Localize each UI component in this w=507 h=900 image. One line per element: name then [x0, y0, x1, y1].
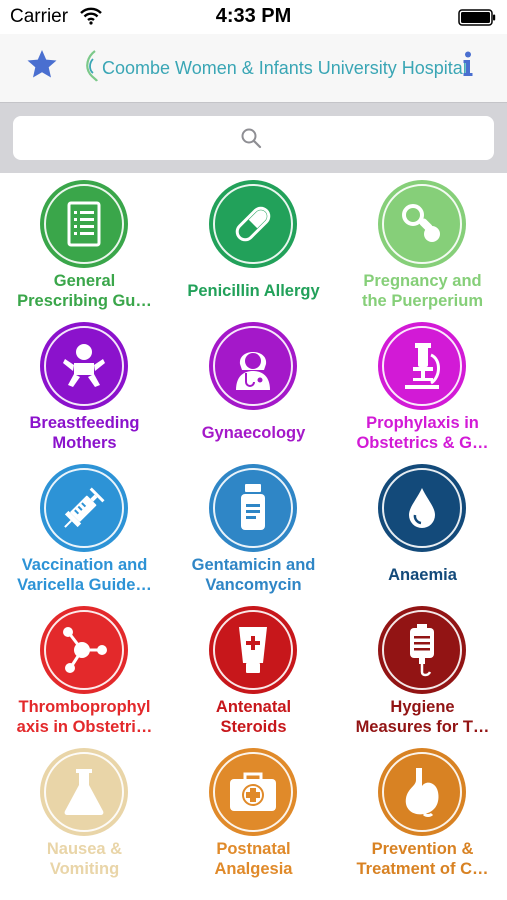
- tile-label: Nausea & Vomiting: [46, 840, 123, 878]
- tile-label: Postnatal Analgesia: [214, 840, 293, 878]
- tile-label: Pregnancy and the Puerperium: [361, 272, 484, 310]
- tile-anaemia[interactable]: Anaemia: [338, 457, 507, 599]
- tile-circle: [209, 180, 297, 268]
- tile-label: Penicillin Allergy: [187, 282, 320, 300]
- first-aid-kit-icon: [230, 772, 276, 811]
- tile-circle: [209, 606, 297, 694]
- tile-circle: [40, 322, 128, 410]
- tile-circle: [378, 606, 466, 694]
- tile-circle: [40, 464, 128, 552]
- tile-label: Prevention & Treatment of C…: [356, 840, 489, 878]
- tile-vaccination-varicella[interactable]: Vaccination and Varicella Guide…: [0, 457, 169, 599]
- tile-antenatal-steroids[interactable]: Antenatal Steroids: [169, 599, 338, 741]
- cream-tube-icon: [239, 627, 267, 673]
- tile-circle: [378, 180, 466, 268]
- tile-label: Anaemia: [388, 566, 457, 584]
- info-icon[interactable]: [462, 51, 474, 82]
- microscope-icon: [405, 343, 440, 389]
- tile-circle: [378, 464, 466, 552]
- medicine-bottle-icon: [241, 484, 265, 530]
- tile-label: Breastfeeding Mothers: [29, 414, 140, 452]
- tile-circle: [40, 748, 128, 836]
- document-icon: [67, 201, 101, 247]
- tile-circle: [378, 322, 466, 410]
- iv-bag-icon: [410, 624, 434, 677]
- page-title: Coombe Women & Infants University Hospit…: [102, 57, 467, 78]
- category-grid: General Prescribing Gu… Penicillin Aller…: [0, 173, 507, 900]
- clock: 4:33 PM: [215, 5, 292, 27]
- tile-label: Thromboprophyl axis in Obstetri…: [16, 698, 153, 736]
- tile-circle: [40, 606, 128, 694]
- status-bar: Carrier 4:33 PM: [0, 0, 507, 34]
- tile-penicillin-allergy[interactable]: Penicillin Allergy: [169, 173, 338, 315]
- star-icon[interactable]: [26, 48, 58, 85]
- tile-prophylaxis-obstetrics[interactable]: Prophylaxis in Obstetrics & G…: [338, 315, 507, 457]
- syringe-icon: [64, 487, 105, 528]
- tile-label: Prophylaxis in Obstetrics & G…: [356, 414, 489, 452]
- search-bar: [0, 102, 507, 173]
- tile-circle: [209, 464, 297, 552]
- search-icon: [240, 127, 262, 154]
- tile-pregnancy-puerperium[interactable]: Pregnancy and the Puerperium: [338, 173, 507, 315]
- tile-breastfeeding-mothers[interactable]: Breastfeeding Mothers: [0, 315, 169, 457]
- tile-postnatal-analgesia[interactable]: Postnatal Analgesia: [169, 741, 338, 883]
- tile-label: General Prescribing Gu…: [17, 272, 152, 310]
- tile-label: Gynaecology: [201, 424, 306, 442]
- baby-icon: [63, 344, 105, 387]
- pill-icon: [235, 206, 271, 242]
- tile-circle: [209, 322, 297, 410]
- tile-gynaecology[interactable]: Gynaecology: [169, 315, 338, 457]
- tile-label: Gentamicin and Vancomycin: [191, 556, 316, 594]
- doctor-icon: [236, 352, 270, 390]
- tile-thromboprophylaxis[interactable]: Thromboprophyl axis in Obstetri…: [0, 599, 169, 741]
- logo-swirl-icon: [84, 49, 98, 88]
- stomach-icon: [405, 768, 439, 817]
- tile-circle: [40, 180, 128, 268]
- tile-circle: [378, 748, 466, 836]
- hospital-logo: Coombe Women & Infants University Hospit…: [84, 48, 467, 88]
- tile-general-prescribing[interactable]: General Prescribing Gu…: [0, 173, 169, 315]
- battery-icon: [458, 9, 496, 31]
- tile-label: Hygiene Measures for T…: [355, 698, 490, 736]
- nav-bar: Coombe Women & Infants University Hospit…: [0, 34, 507, 102]
- tile-label: Vaccination and Varicella Guide…: [17, 556, 152, 594]
- tile-gentamicin-vancomycin[interactable]: Gentamicin and Vancomycin: [169, 457, 338, 599]
- tile-nausea-vomiting[interactable]: Nausea & Vomiting: [0, 741, 169, 883]
- tile-hygiene-measures[interactable]: Hygiene Measures for T…: [338, 599, 507, 741]
- drop-icon: [409, 488, 435, 528]
- search-input[interactable]: [13, 116, 494, 160]
- molecule-icon: [63, 627, 107, 673]
- tile-label: Antenatal Steroids: [215, 698, 292, 736]
- tile-prevention-treatment[interactable]: Prevention & Treatment of C…: [338, 741, 507, 883]
- pacifier-icon: [402, 204, 440, 242]
- tile-circle: [209, 748, 297, 836]
- flask-icon: [64, 769, 104, 815]
